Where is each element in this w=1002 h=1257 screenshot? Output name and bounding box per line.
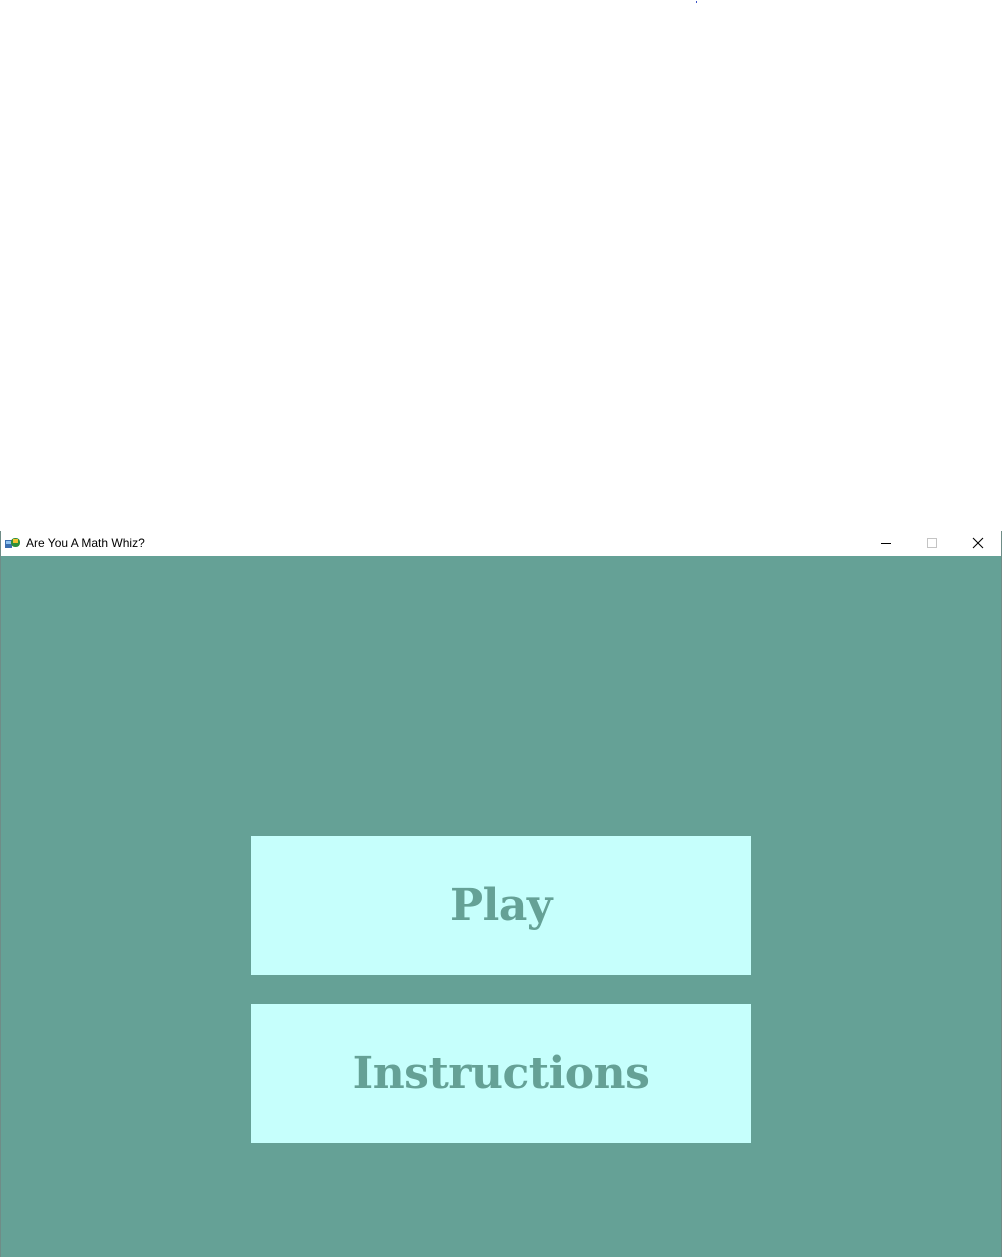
main-canvas: Play Instructions — [1, 556, 1001, 1257]
app-window: Are You A Math Whiz? Play Instructions — [0, 531, 1002, 1257]
instructions-button[interactable]: Instructions — [251, 1004, 751, 1143]
maximize-icon — [927, 538, 937, 548]
play-button-label: Play — [450, 880, 552, 931]
instructions-button-label: Instructions — [352, 1048, 650, 1099]
play-button[interactable]: Play — [251, 836, 751, 975]
desktop-background: Are You A Math Whiz? Play Instructions — [0, 0, 1002, 1257]
minimize-button[interactable] — [863, 531, 909, 555]
window-controls — [863, 531, 1001, 555]
window-title: Are You A Math Whiz? — [26, 536, 145, 550]
maximize-button[interactable] — [909, 531, 955, 555]
close-button[interactable] — [955, 531, 1001, 555]
stray-pixel — [696, 1, 697, 3]
python-tk-icon — [5, 536, 21, 550]
title-bar[interactable]: Are You A Math Whiz? — [1, 531, 1001, 555]
minimize-icon — [881, 543, 891, 544]
close-icon — [972, 537, 984, 549]
